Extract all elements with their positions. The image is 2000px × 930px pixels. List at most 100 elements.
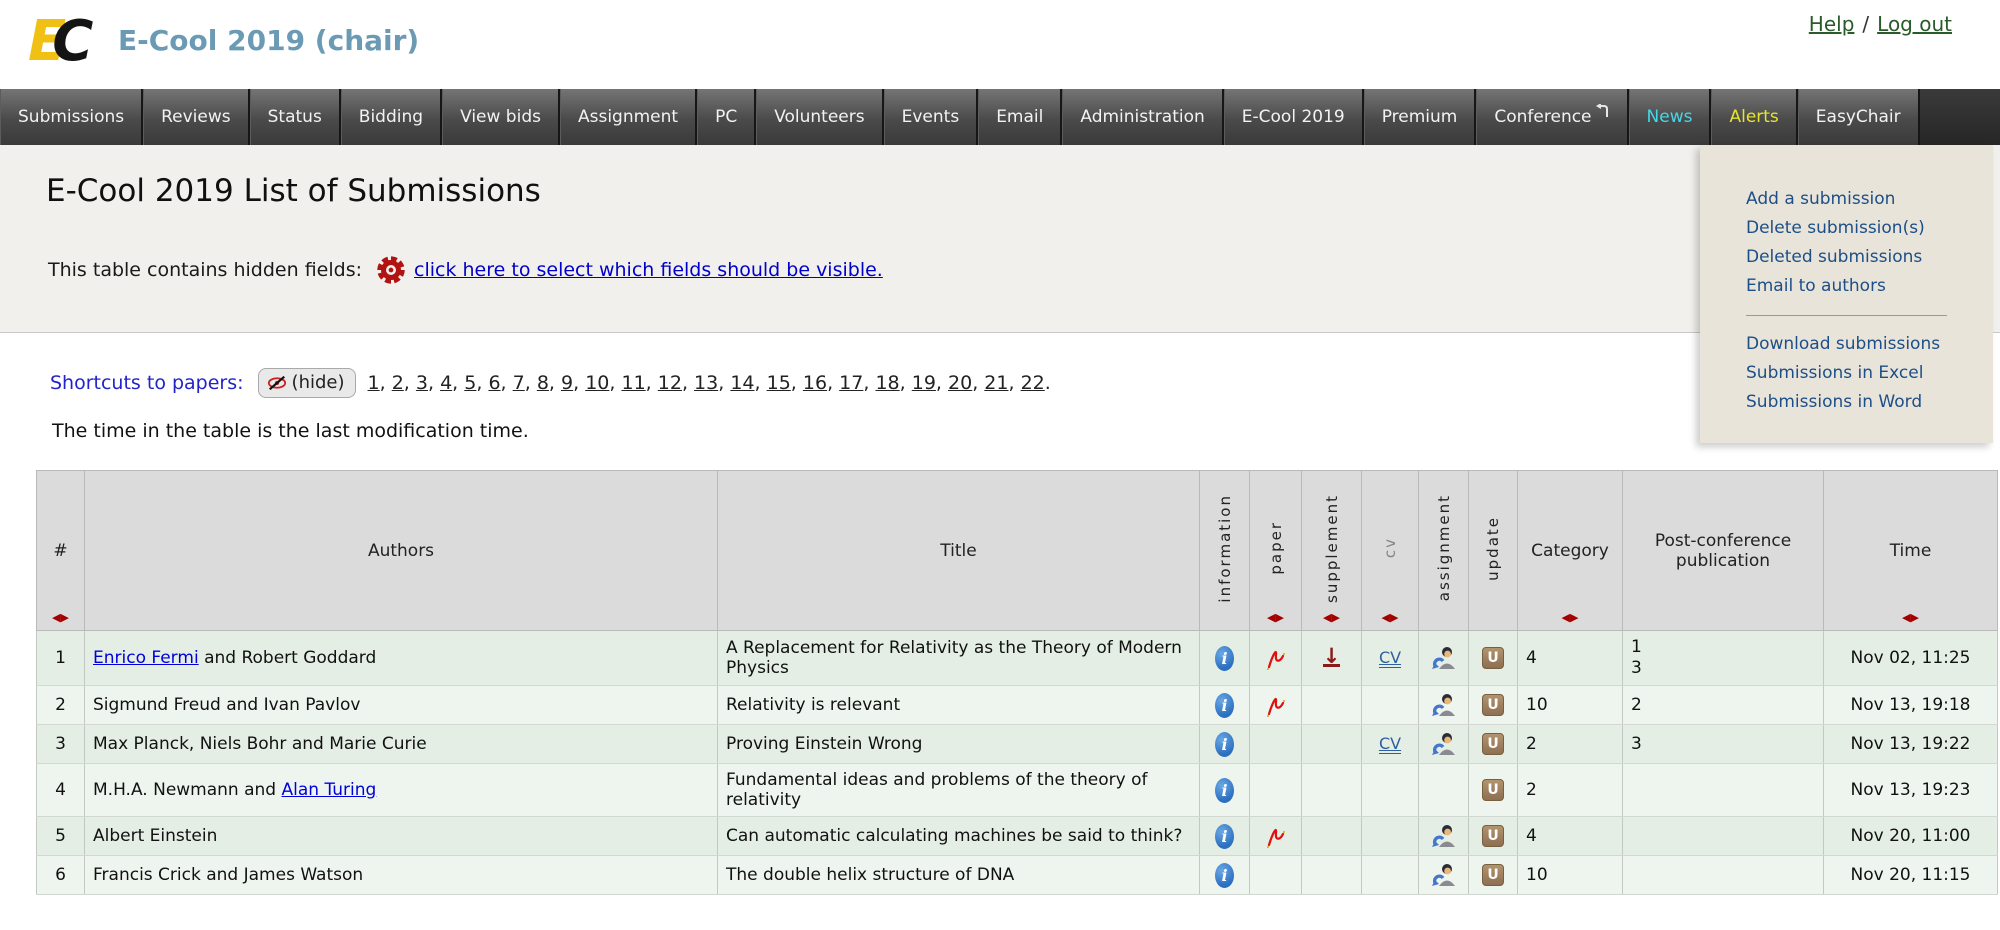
pdf-icon[interactable]: [1264, 645, 1287, 671]
sidemenu-item-add-a-submission[interactable]: Add a submission: [1746, 185, 1993, 214]
paper-shortcut-2[interactable]: 2: [392, 372, 404, 394]
assignment-icon[interactable]: [1431, 731, 1457, 757]
select-visible-fields-link[interactable]: click here to select which fields should…: [414, 259, 883, 281]
paper-shortcut-10[interactable]: 10: [585, 372, 609, 394]
shortcuts-label: Shortcuts to papers:: [50, 372, 244, 394]
tab-premium[interactable]: Premium: [1364, 89, 1477, 145]
tab-easychair[interactable]: EasyChair: [1798, 89, 1920, 145]
info-icon[interactable]: i: [1215, 693, 1234, 718]
tab-administration[interactable]: Administration: [1062, 89, 1223, 145]
paper-shortcut-4[interactable]: 4: [440, 372, 452, 394]
sidemenu-item-submissions-in-word[interactable]: Submissions in Word: [1746, 388, 1993, 417]
cell-update: U: [1469, 817, 1518, 856]
author-link[interactable]: Enrico Fermi: [93, 648, 199, 668]
paper-shortcut-13[interactable]: 13: [694, 372, 718, 394]
update-icon[interactable]: U: [1482, 694, 1504, 716]
cell-paper: [1250, 725, 1302, 764]
paper-shortcut-15[interactable]: 15: [767, 372, 791, 394]
column-header-paper[interactable]: paper◀▶: [1250, 471, 1302, 631]
tab-reviews[interactable]: Reviews: [143, 89, 250, 145]
tab-status[interactable]: Status: [250, 89, 341, 145]
paper-shortcut-16[interactable]: 16: [803, 372, 827, 394]
column-header-cv[interactable]: cv◀▶: [1362, 471, 1419, 631]
update-icon[interactable]: U: [1482, 779, 1504, 801]
paper-shortcut-22[interactable]: 22: [1021, 372, 1045, 394]
column-header-time[interactable]: Time◀▶: [1824, 471, 1998, 631]
assignment-icon[interactable]: [1431, 823, 1457, 849]
info-icon[interactable]: i: [1215, 778, 1234, 803]
cv-link[interactable]: CV: [1379, 734, 1401, 754]
tab-assignment[interactable]: Assignment: [560, 89, 697, 145]
download-icon[interactable]: ↓: [1323, 649, 1341, 667]
tab-email[interactable]: Email: [978, 89, 1062, 145]
column-header-supplement[interactable]: supplement◀▶: [1302, 471, 1362, 631]
sidemenu-item-email-to-authors[interactable]: Email to authors: [1746, 272, 1993, 301]
paper-shortcut-7[interactable]: 7: [513, 372, 525, 394]
tab-e-cool-2019[interactable]: E-Cool 2019: [1224, 89, 1364, 145]
tab-pc[interactable]: PC: [697, 89, 756, 145]
hide-shortcuts-button[interactable]: (hide): [258, 368, 356, 398]
paper-shortcut-1[interactable]: 1: [368, 372, 380, 394]
sort-arrows-icon[interactable]: ◀▶: [1562, 611, 1579, 624]
paper-shortcut-3[interactable]: 3: [416, 372, 428, 394]
pdf-icon[interactable]: [1264, 823, 1287, 849]
sort-arrows-icon[interactable]: ◀▶: [1323, 611, 1340, 624]
tab-view-bids[interactable]: View bids: [442, 89, 560, 145]
info-icon[interactable]: i: [1215, 824, 1234, 849]
sidemenu-item-delete-submission-s[interactable]: Delete submission(s): [1746, 214, 1993, 243]
update-icon[interactable]: U: [1482, 733, 1504, 755]
paper-shortcut-17[interactable]: 17: [839, 372, 863, 394]
paper-shortcut-9[interactable]: 9: [561, 372, 573, 394]
paper-shortcut-5[interactable]: 5: [464, 372, 476, 394]
author-link[interactable]: Alan Turing: [282, 780, 377, 800]
sort-arrows-icon[interactable]: ◀▶: [1902, 611, 1919, 624]
cell-authors: Albert Einstein: [85, 817, 718, 856]
sort-arrows-icon[interactable]: ◀▶: [1267, 611, 1284, 624]
tab-conference[interactable]: Conference: [1476, 89, 1628, 145]
sort-arrows-icon[interactable]: ◀▶: [52, 611, 69, 624]
sidemenu-item-submissions-in-excel[interactable]: Submissions in Excel: [1746, 359, 1993, 388]
paper-shortcut-12[interactable]: 12: [658, 372, 682, 394]
gear-icon[interactable]: [376, 255, 406, 285]
help-link[interactable]: Help: [1809, 12, 1855, 36]
assignment-icon[interactable]: [1431, 645, 1457, 671]
update-icon[interactable]: U: [1482, 825, 1504, 847]
hide-button-label: (hide): [292, 372, 345, 393]
tab-alerts[interactable]: Alerts: [1711, 89, 1797, 145]
cv-link[interactable]: CV: [1379, 648, 1401, 668]
paper-shortcut-20[interactable]: 20: [948, 372, 972, 394]
tab-events[interactable]: Events: [884, 89, 979, 145]
paper-shortcut-8[interactable]: 8: [537, 372, 549, 394]
tab-submissions[interactable]: Submissions: [0, 89, 143, 145]
paper-shortcut-18[interactable]: 18: [875, 372, 899, 394]
paper-shortcut-21[interactable]: 21: [984, 372, 1008, 394]
tab-label: Reviews: [161, 107, 231, 127]
cell-time: Nov 13, 19:18: [1824, 686, 1998, 725]
paper-shortcut-11[interactable]: 11: [621, 372, 645, 394]
tab-news[interactable]: News: [1629, 89, 1712, 145]
info-icon[interactable]: i: [1215, 646, 1234, 671]
tab-bidding[interactable]: Bidding: [341, 89, 442, 145]
author-text: and Robert Goddard: [199, 648, 377, 668]
column-header-[interactable]: #◀▶: [37, 471, 85, 631]
paper-shortcut-14[interactable]: 14: [730, 372, 754, 394]
cell-post-conference: [1623, 817, 1824, 856]
assignment-icon[interactable]: [1431, 692, 1457, 718]
sidemenu-item-deleted-submissions[interactable]: Deleted submissions: [1746, 243, 1993, 272]
update-icon[interactable]: U: [1482, 647, 1504, 669]
logout-link[interactable]: Log out: [1877, 12, 1952, 36]
cell-number: 3: [37, 725, 85, 764]
cell-title: The double helix structure of DNA: [718, 856, 1200, 895]
assignment-icon[interactable]: [1431, 862, 1457, 888]
cell-post-conference: [1623, 764, 1824, 817]
paper-shortcut-6[interactable]: 6: [488, 372, 500, 394]
sort-arrows-icon[interactable]: ◀▶: [1382, 611, 1399, 624]
info-icon[interactable]: i: [1215, 732, 1234, 757]
tab-volunteers[interactable]: Volunteers: [756, 89, 883, 145]
paper-shortcut-19[interactable]: 19: [912, 372, 936, 394]
column-header-category[interactable]: Category◀▶: [1518, 471, 1623, 631]
update-icon[interactable]: U: [1482, 864, 1504, 886]
sidemenu-item-download-submissions[interactable]: Download submissions: [1746, 330, 1993, 359]
info-icon[interactable]: i: [1215, 863, 1234, 888]
pdf-icon[interactable]: [1264, 692, 1287, 718]
